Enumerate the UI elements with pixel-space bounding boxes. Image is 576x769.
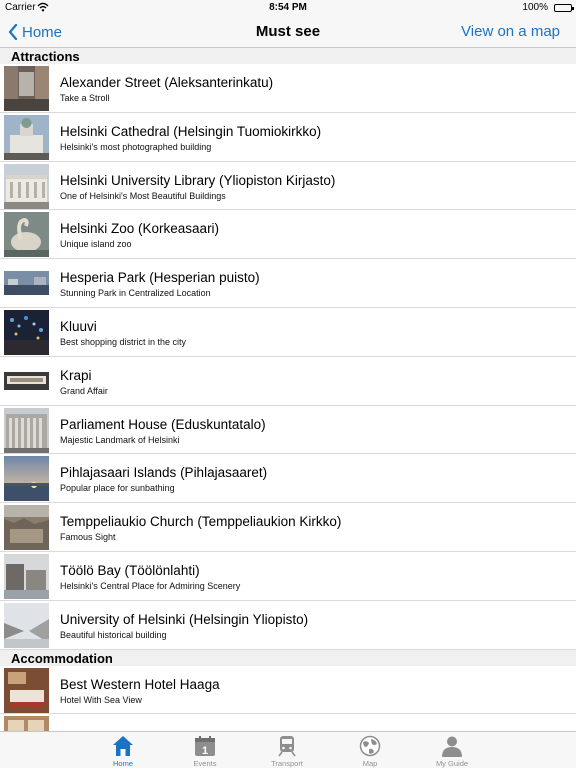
calendar-day: 1	[202, 745, 208, 757]
list-item[interactable]: Helsinki Zoo (Korkeasaari) Unique island…	[0, 210, 576, 260]
list-item[interactable]: Hesperia Park (Hesperian puisto) Stunnin…	[0, 259, 576, 308]
list-item[interactable]: Helsinki Cathedral (Helsingin Tuomiokirk…	[0, 113, 576, 162]
calendar-icon: 1	[194, 735, 216, 757]
list-item[interactable]: Helsinki University Library (Yliopiston …	[0, 162, 576, 211]
tab-label: My Guide	[435, 759, 469, 768]
navigation-bar: Home Must see View on a map	[0, 16, 576, 48]
item-title: Hesperia Park (Hesperian puisto)	[60, 270, 260, 286]
item-title: Krapi	[60, 367, 92, 383]
place-thumbnail	[4, 602, 49, 648]
item-title: Töölö Bay (Töölönlahti)	[60, 562, 200, 578]
place-thumbnail	[4, 456, 49, 502]
place-thumbnail	[4, 716, 49, 731]
status-bar: Carrier 8:54 PM 100%	[0, 0, 576, 16]
list-item-partial[interactable]	[0, 714, 576, 731]
place-thumbnail	[4, 212, 49, 258]
back-button[interactable]: Home	[8, 16, 62, 48]
globe-icon	[359, 735, 381, 757]
item-subtitle: Unique island zoo	[60, 239, 132, 250]
list-item[interactable]: University of Helsinki (Helsingin Yliopi…	[0, 601, 576, 650]
places-list[interactable]: Attractions Alexander Street (Aleksanter…	[0, 48, 576, 731]
view-on-map-button[interactable]: View on a map	[461, 16, 560, 48]
chevron-left-icon	[8, 24, 18, 40]
place-thumbnail	[4, 667, 49, 713]
tab-bar: Home 1 Events Transport Map My Guide	[0, 731, 576, 768]
item-title: Pihlajasaari Islands (Pihlajasaaret)	[60, 465, 268, 481]
place-thumbnail	[4, 358, 49, 404]
item-title: Helsinki University Library (Yliopiston …	[60, 172, 336, 188]
item-title: Best Western Hotel Haaga	[60, 676, 220, 692]
place-thumbnail	[4, 309, 49, 355]
tab-map[interactable]: Map	[340, 732, 400, 769]
house-icon	[112, 735, 134, 757]
place-thumbnail	[4, 114, 49, 160]
item-subtitle: Take a Stroll	[60, 93, 110, 103]
item-title: Alexander Street (Aleksanterinkatu)	[60, 75, 274, 90]
item-title: Helsinki Cathedral (Helsingin Tuomiokirk…	[60, 123, 322, 139]
status-time: 8:54 PM	[269, 2, 307, 13]
item-subtitle: Best shopping district in the city	[60, 336, 187, 347]
tab-label: Events	[193, 759, 217, 768]
item-subtitle: One of Helsinki's Most Beautiful Buildin…	[60, 190, 226, 201]
tab-label: Map	[362, 759, 378, 768]
item-subtitle: Beautiful historical building	[60, 629, 167, 640]
tab-home[interactable]: Home	[93, 732, 153, 769]
list-item[interactable]: Alexander Street (Aleksanterinkatu) Take…	[0, 64, 576, 113]
battery-percentage: 100%	[522, 2, 548, 13]
item-title: Helsinki Zoo (Korkeasaari)	[60, 221, 220, 237]
list-item[interactable]: Best Western Hotel Haaga Hotel With Sea …	[0, 666, 576, 715]
item-title: Parliament House (Eduskuntatalo)	[60, 416, 266, 432]
item-subtitle: Stunning Park in Centralized Location	[60, 288, 211, 299]
back-button-label: Home	[22, 23, 63, 41]
tab-my-guide[interactable]: My Guide	[422, 732, 482, 769]
tab-label: Transport	[271, 759, 303, 768]
train-icon	[276, 735, 298, 757]
item-title: Temppeliaukio Church (Temppeliaukion Kir…	[60, 514, 342, 530]
list-item[interactable]: Parliament House (Eduskuntatalo) Majesti…	[0, 406, 576, 455]
section-header-accommodation: Accommodation	[0, 649, 576, 666]
battery-icon	[554, 4, 574, 12]
item-subtitle: Helsinki's most photographed building	[60, 141, 212, 152]
item-subtitle: Helsinki's Central Place for Admiring Sc…	[60, 580, 241, 591]
place-thumbnail	[4, 163, 49, 209]
item-subtitle: Hotel With Sea View	[60, 694, 142, 705]
list-item[interactable]: Kluuvi Best shopping district in the cit…	[0, 308, 576, 357]
item-subtitle: Famous Sight	[60, 532, 116, 543]
tab-transport[interactable]: Transport	[257, 732, 317, 769]
item-subtitle: Grand Affair	[60, 385, 108, 396]
place-thumbnail	[4, 553, 49, 599]
place-thumbnail	[4, 261, 49, 307]
list-item[interactable]: Töölö Bay (Töölönlahti) Helsinki's Centr…	[0, 552, 576, 601]
place-thumbnail	[4, 66, 49, 111]
list-item[interactable]: Krapi Grand Affair	[0, 357, 576, 406]
item-subtitle: Majestic Landmark of Helsinki	[60, 434, 180, 445]
item-title: University of Helsinki (Helsingin Yliopi…	[60, 611, 309, 627]
list-item[interactable]: Pihlajasaari Islands (Pihlajasaaret) Pop…	[0, 454, 576, 504]
place-thumbnail	[4, 407, 49, 453]
person-icon	[441, 735, 463, 757]
item-title: Kluuvi	[60, 318, 97, 334]
item-subtitle: Popular place for sunbathing	[60, 483, 175, 494]
section-header-attractions: Attractions	[0, 48, 576, 64]
tab-label: Home	[112, 759, 133, 768]
place-thumbnail	[4, 505, 49, 551]
list-item[interactable]: Temppeliaukio Church (Temppeliaukion Kir…	[0, 503, 576, 552]
tab-events[interactable]: 1 Events	[175, 732, 235, 769]
